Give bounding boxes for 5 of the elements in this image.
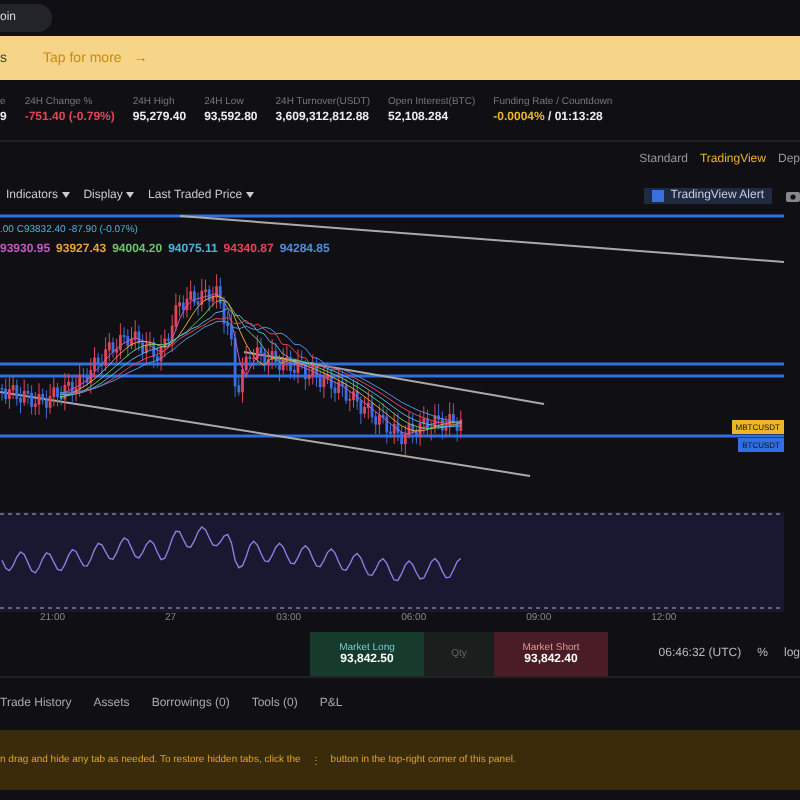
caret-icon (126, 191, 135, 197)
caret-icon (61, 191, 70, 197)
camera-icon[interactable] (786, 189, 800, 201)
alert-icon (652, 189, 665, 201)
caret-icon (245, 191, 254, 197)
